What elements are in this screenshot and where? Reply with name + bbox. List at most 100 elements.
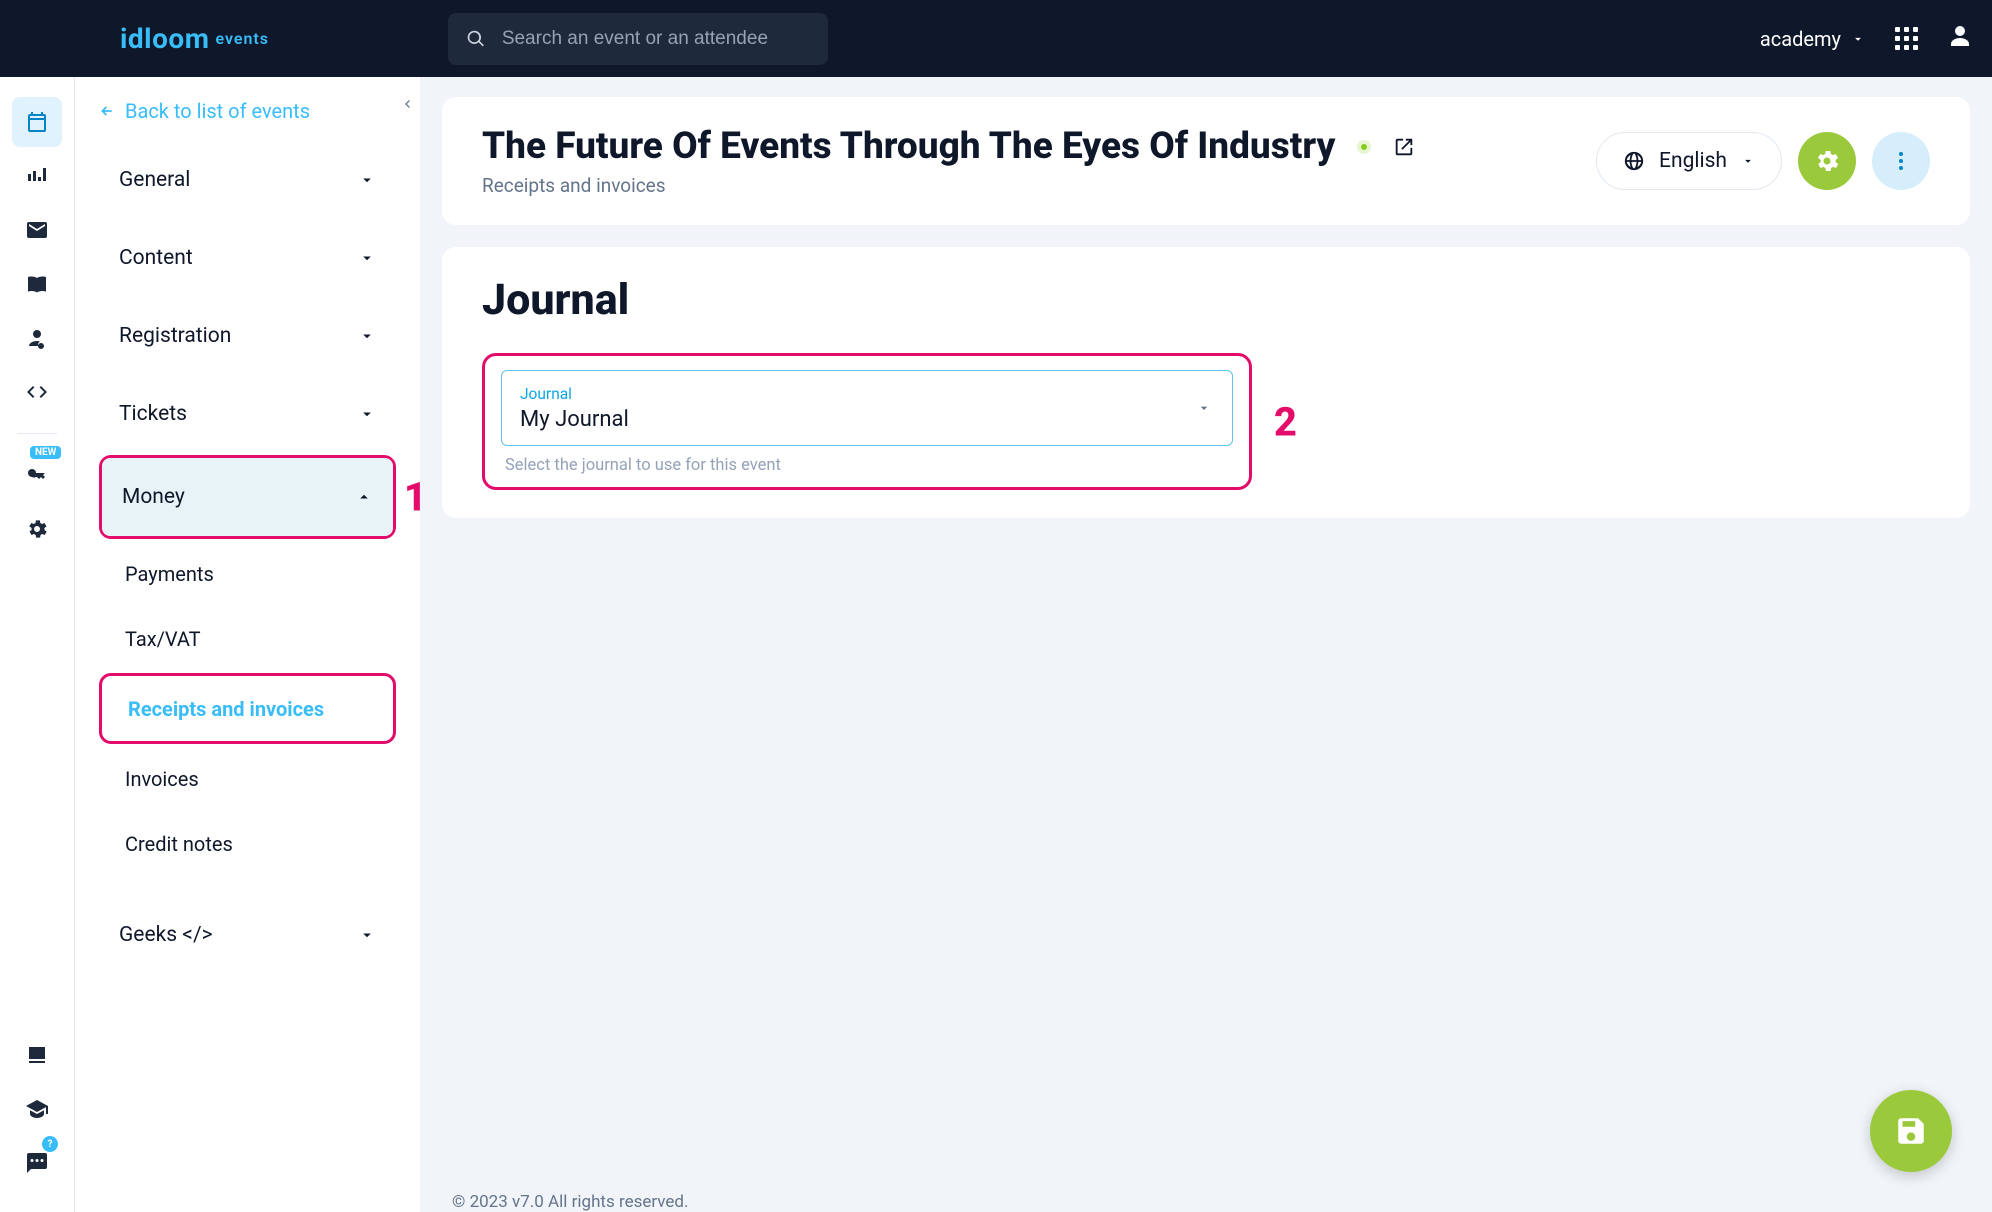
nav-group: General Content Registration Tickets Mon… bbox=[75, 141, 420, 974]
save-fab[interactable] bbox=[1870, 1090, 1952, 1172]
external-link-icon[interactable] bbox=[1393, 136, 1415, 158]
chevron-left-icon bbox=[399, 96, 415, 112]
search-icon bbox=[466, 28, 486, 50]
nav-label: General bbox=[119, 168, 190, 192]
code-icon bbox=[25, 380, 49, 404]
caret-down-icon bbox=[1851, 32, 1865, 46]
rail-keys[interactable]: NEW bbox=[12, 450, 62, 500]
gear-icon bbox=[1813, 147, 1841, 175]
caret-down-icon bbox=[1196, 400, 1212, 416]
nav-item-registration[interactable]: Registration bbox=[99, 297, 396, 375]
header-right: academy bbox=[1760, 24, 1972, 53]
user-profile-button[interactable] bbox=[1948, 24, 1972, 53]
back-label: Back to list of events bbox=[125, 99, 310, 123]
rail-checkin[interactable] bbox=[12, 1030, 62, 1080]
chevron-down-icon bbox=[358, 926, 376, 944]
chevron-down-icon bbox=[358, 171, 376, 189]
arrow-left-icon bbox=[99, 103, 115, 119]
event-subtitle: Receipts and invoices bbox=[482, 174, 1415, 197]
chevron-down-icon bbox=[358, 327, 376, 345]
event-status-dot bbox=[1357, 140, 1371, 154]
nav-sub-taxvat[interactable]: Tax/VAT bbox=[99, 606, 396, 671]
calendar-icon bbox=[25, 110, 49, 134]
nav-label: Money bbox=[122, 485, 185, 509]
new-badge: NEW bbox=[30, 446, 61, 459]
nav-item-tickets[interactable]: Tickets bbox=[99, 375, 396, 453]
rail-messages[interactable] bbox=[12, 205, 62, 255]
nav-label: Geeks </> bbox=[119, 923, 213, 947]
event-sidebar: Back to list of events General Content R… bbox=[75, 77, 420, 1212]
journal-card: Journal Journal My Journal Select the jo… bbox=[442, 247, 1970, 518]
back-to-events-link[interactable]: Back to list of events bbox=[75, 99, 420, 141]
global-search[interactable] bbox=[448, 13, 828, 65]
rail-settings[interactable] bbox=[12, 504, 62, 554]
sidebar-collapse-button[interactable] bbox=[392, 89, 422, 119]
annotation-journal-highlight: Journal My Journal Select the journal to… bbox=[482, 353, 1252, 490]
rail-academy[interactable] bbox=[12, 1084, 62, 1134]
annotation-money-highlight: Money 1 bbox=[99, 455, 396, 539]
journal-select[interactable]: Journal My Journal bbox=[501, 370, 1233, 446]
nav-sub-credit-notes[interactable]: Credit notes bbox=[99, 811, 396, 876]
chevron-down-icon bbox=[358, 405, 376, 423]
nav-sub-label: Tax/VAT bbox=[125, 627, 201, 651]
user-icon bbox=[1948, 24, 1972, 48]
nav-sub-label: Receipts and invoices bbox=[128, 697, 324, 721]
language-selector[interactable]: English bbox=[1596, 132, 1782, 190]
nav-label: Content bbox=[119, 246, 193, 270]
search-input[interactable] bbox=[500, 27, 810, 51]
key-icon bbox=[25, 463, 49, 487]
nav-sub-label: Credit notes bbox=[125, 832, 233, 856]
nav-item-geeks[interactable]: Geeks </> bbox=[99, 896, 396, 974]
checkin-icon bbox=[25, 1043, 49, 1067]
rail-library[interactable] bbox=[12, 259, 62, 309]
nav-sub-invoices[interactable]: Invoices bbox=[99, 746, 396, 811]
footer-text: © 2023 v7.0 All rights reserved. bbox=[442, 1182, 689, 1212]
caret-down-icon bbox=[1741, 154, 1755, 168]
main-content: The Future Of Events Through The Eyes Of… bbox=[420, 77, 1992, 1212]
nav-label: Tickets bbox=[119, 402, 187, 426]
rail-code[interactable] bbox=[12, 367, 62, 417]
graduation-icon bbox=[25, 1097, 49, 1121]
brand-logo: idloom events bbox=[0, 22, 420, 55]
logo-sub: events bbox=[215, 29, 269, 48]
account-label: academy bbox=[1760, 27, 1841, 51]
save-icon bbox=[1894, 1114, 1928, 1148]
journal-field-label: Journal bbox=[520, 385, 1214, 403]
rail-help[interactable]: ? bbox=[12, 1138, 62, 1188]
chat-icon bbox=[25, 1151, 49, 1175]
nav-label: Registration bbox=[119, 324, 231, 348]
help-badge: ? bbox=[42, 1136, 58, 1152]
nav-item-general[interactable]: General bbox=[99, 141, 396, 219]
gear-icon bbox=[25, 517, 49, 541]
logo-main: idloom bbox=[120, 22, 209, 55]
rail-events[interactable] bbox=[12, 97, 62, 147]
chevron-up-icon bbox=[355, 488, 373, 506]
journal-field-value: My Journal bbox=[520, 407, 1214, 432]
language-label: English bbox=[1659, 149, 1727, 173]
nav-sub-label: Payments bbox=[125, 562, 214, 586]
mail-icon bbox=[25, 218, 49, 242]
users-cog-icon bbox=[25, 326, 49, 350]
event-settings-button[interactable] bbox=[1798, 132, 1856, 190]
event-more-button[interactable] bbox=[1872, 132, 1930, 190]
annotation-marker-2: 2 bbox=[1274, 398, 1297, 445]
rail-analytics[interactable] bbox=[12, 151, 62, 201]
book-icon bbox=[25, 272, 49, 296]
icon-rail: NEW ? bbox=[0, 77, 75, 1212]
apps-grid-icon[interactable] bbox=[1895, 27, 1918, 50]
event-title: The Future Of Events Through The Eyes Of… bbox=[482, 125, 1335, 168]
account-dropdown[interactable]: academy bbox=[1760, 27, 1865, 51]
dots-vertical-icon bbox=[1889, 149, 1913, 173]
nav-item-money[interactable]: Money bbox=[102, 458, 393, 536]
annotation-receipts-highlight: Receipts and invoices bbox=[99, 673, 396, 744]
journal-heading: Journal bbox=[482, 275, 1930, 325]
event-header-card: The Future Of Events Through The Eyes Of… bbox=[442, 97, 1970, 225]
globe-icon bbox=[1623, 150, 1645, 172]
nav-item-content[interactable]: Content bbox=[99, 219, 396, 297]
nav-sub-label: Invoices bbox=[125, 767, 199, 791]
nav-sub-receipts-invoices[interactable]: Receipts and invoices bbox=[102, 676, 393, 741]
chart-icon bbox=[25, 164, 49, 188]
chevron-down-icon bbox=[358, 249, 376, 267]
rail-users[interactable] bbox=[12, 313, 62, 363]
nav-sub-payments[interactable]: Payments bbox=[99, 541, 396, 606]
